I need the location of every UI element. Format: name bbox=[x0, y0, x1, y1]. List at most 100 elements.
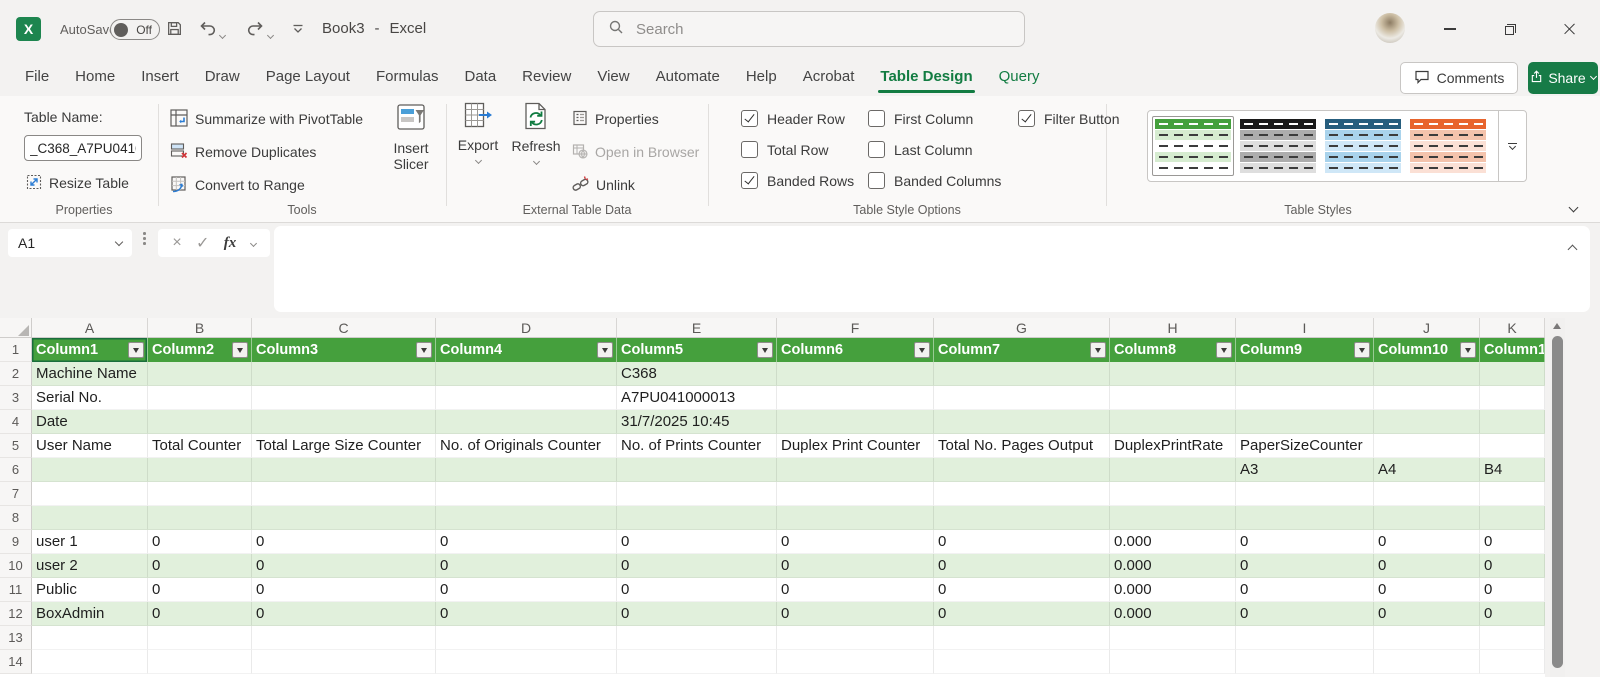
cell-K6[interactable]: B4 bbox=[1480, 458, 1545, 482]
column-header-J[interactable]: J bbox=[1374, 318, 1480, 337]
cell-H10[interactable]: 0.000 bbox=[1110, 554, 1236, 578]
cell-F5[interactable]: Duplex Print Counter bbox=[777, 434, 934, 458]
column-header-F[interactable]: F bbox=[777, 318, 934, 337]
cell-J11[interactable]: 0 bbox=[1374, 578, 1480, 602]
cell-E6[interactable] bbox=[617, 458, 777, 482]
cell-J10[interactable]: 0 bbox=[1374, 554, 1480, 578]
select-all-corner[interactable] bbox=[0, 318, 32, 338]
column-header-C[interactable]: C bbox=[252, 318, 436, 337]
cell-E4[interactable]: 31/7/2025 10:45 bbox=[617, 410, 777, 434]
cell-H3[interactable] bbox=[1110, 386, 1236, 410]
cell-H11[interactable]: 0.000 bbox=[1110, 578, 1236, 602]
header-cell-column3[interactable]: Column3 bbox=[252, 338, 436, 362]
cell-I4[interactable] bbox=[1236, 410, 1374, 434]
column-header-G[interactable]: G bbox=[934, 318, 1110, 337]
formula-input[interactable] bbox=[274, 226, 1590, 312]
cell-A3[interactable]: Serial No. bbox=[32, 386, 148, 410]
cell-D8[interactable] bbox=[436, 506, 617, 530]
row-header-12[interactable]: 12 bbox=[0, 602, 32, 626]
row-header-2[interactable]: 2 bbox=[0, 362, 32, 386]
cell-G14[interactable] bbox=[934, 650, 1110, 674]
filter-button[interactable] bbox=[757, 342, 773, 358]
cell-D10[interactable]: 0 bbox=[436, 554, 617, 578]
cell-D13[interactable] bbox=[436, 626, 617, 650]
cell-I12[interactable]: 0 bbox=[1236, 602, 1374, 626]
cell-D4[interactable] bbox=[436, 410, 617, 434]
filter-button[interactable] bbox=[1354, 342, 1370, 358]
column-header-I[interactable]: I bbox=[1236, 318, 1374, 337]
table-style-orange[interactable] bbox=[1407, 116, 1489, 176]
row-header-9[interactable]: 9 bbox=[0, 530, 32, 554]
header-cell-column8[interactable]: Column8 bbox=[1110, 338, 1236, 362]
cell-D11[interactable]: 0 bbox=[436, 578, 617, 602]
cell-K8[interactable] bbox=[1480, 506, 1545, 530]
header-cell-column5[interactable]: Column5 bbox=[617, 338, 777, 362]
export-button[interactable]: Export bbox=[452, 102, 504, 163]
search-bar[interactable] bbox=[593, 11, 1025, 47]
tab-view[interactable]: View bbox=[584, 58, 642, 96]
cell-E3[interactable]: A7PU041000013 bbox=[617, 386, 777, 410]
insert-function-icon[interactable]: fx bbox=[224, 235, 237, 252]
cell-B11[interactable]: 0 bbox=[148, 578, 252, 602]
cell-C10[interactable]: 0 bbox=[252, 554, 436, 578]
insert-slicer-button[interactable]: Insert Slicer bbox=[382, 102, 440, 172]
cell-C6[interactable] bbox=[252, 458, 436, 482]
redo-chevron-icon[interactable] bbox=[267, 32, 274, 39]
cell-K5[interactable] bbox=[1480, 434, 1545, 458]
cell-A6[interactable] bbox=[32, 458, 148, 482]
cell-J6[interactable]: A4 bbox=[1374, 458, 1480, 482]
cell-C11[interactable]: 0 bbox=[252, 578, 436, 602]
column-header-A[interactable]: A bbox=[32, 318, 148, 337]
cell-A11[interactable]: Public bbox=[32, 578, 148, 602]
name-box[interactable]: A1 bbox=[8, 229, 132, 257]
cell-J4[interactable] bbox=[1374, 410, 1480, 434]
cell-E8[interactable] bbox=[617, 506, 777, 530]
name-box-chevron-icon[interactable] bbox=[115, 238, 123, 246]
cell-J7[interactable] bbox=[1374, 482, 1480, 506]
row-header-8[interactable]: 8 bbox=[0, 506, 32, 530]
table-styles-more-button[interactable] bbox=[1498, 111, 1526, 181]
cell-A10[interactable]: user 2 bbox=[32, 554, 148, 578]
cell-F9[interactable]: 0 bbox=[777, 530, 934, 554]
cell-J13[interactable] bbox=[1374, 626, 1480, 650]
cell-B2[interactable] bbox=[148, 362, 252, 386]
cell-I5[interactable]: PaperSizeCounter bbox=[1236, 434, 1374, 458]
column-header-H[interactable]: H bbox=[1110, 318, 1236, 337]
cell-J12[interactable]: 0 bbox=[1374, 602, 1480, 626]
option-total-row[interactable]: Total Row bbox=[741, 141, 854, 158]
cell-A5[interactable]: User Name bbox=[32, 434, 148, 458]
row-header-1[interactable]: 1 bbox=[0, 338, 32, 362]
remove-duplicates-button[interactable]: Remove Duplicates bbox=[170, 141, 316, 163]
redo-button[interactable] bbox=[246, 20, 273, 41]
cell-F2[interactable] bbox=[777, 362, 934, 386]
cell-F4[interactable] bbox=[777, 410, 934, 434]
cell-I10[interactable]: 0 bbox=[1236, 554, 1374, 578]
cell-B4[interactable] bbox=[148, 410, 252, 434]
cell-E14[interactable] bbox=[617, 650, 777, 674]
tab-draw[interactable]: Draw bbox=[192, 58, 253, 96]
header-cell-column7[interactable]: Column7 bbox=[934, 338, 1110, 362]
customize-quick-access-icon[interactable] bbox=[292, 24, 304, 35]
cell-F11[interactable]: 0 bbox=[777, 578, 934, 602]
enter-icon[interactable]: ✓ bbox=[196, 233, 209, 253]
properties-button[interactable]: Properties bbox=[572, 108, 659, 130]
cell-G8[interactable] bbox=[934, 506, 1110, 530]
cell-B9[interactable]: 0 bbox=[148, 530, 252, 554]
table-name-input[interactable] bbox=[24, 135, 142, 161]
cell-K7[interactable] bbox=[1480, 482, 1545, 506]
cell-I13[interactable] bbox=[1236, 626, 1374, 650]
cell-I7[interactable] bbox=[1236, 482, 1374, 506]
cell-C12[interactable]: 0 bbox=[252, 602, 436, 626]
cell-H4[interactable] bbox=[1110, 410, 1236, 434]
save-button[interactable] bbox=[166, 20, 183, 42]
table-style-green[interactable] bbox=[1152, 116, 1234, 176]
cell-J5[interactable] bbox=[1374, 434, 1480, 458]
row-header-3[interactable]: 3 bbox=[0, 386, 32, 410]
tab-table-design[interactable]: Table Design bbox=[867, 58, 985, 96]
cell-K11[interactable]: 0 bbox=[1480, 578, 1545, 602]
row-header-10[interactable]: 10 bbox=[0, 554, 32, 578]
cell-H8[interactable] bbox=[1110, 506, 1236, 530]
header-cell-column1[interactable]: Column1 bbox=[32, 338, 148, 362]
tab-automate[interactable]: Automate bbox=[643, 58, 733, 96]
cell-I8[interactable] bbox=[1236, 506, 1374, 530]
